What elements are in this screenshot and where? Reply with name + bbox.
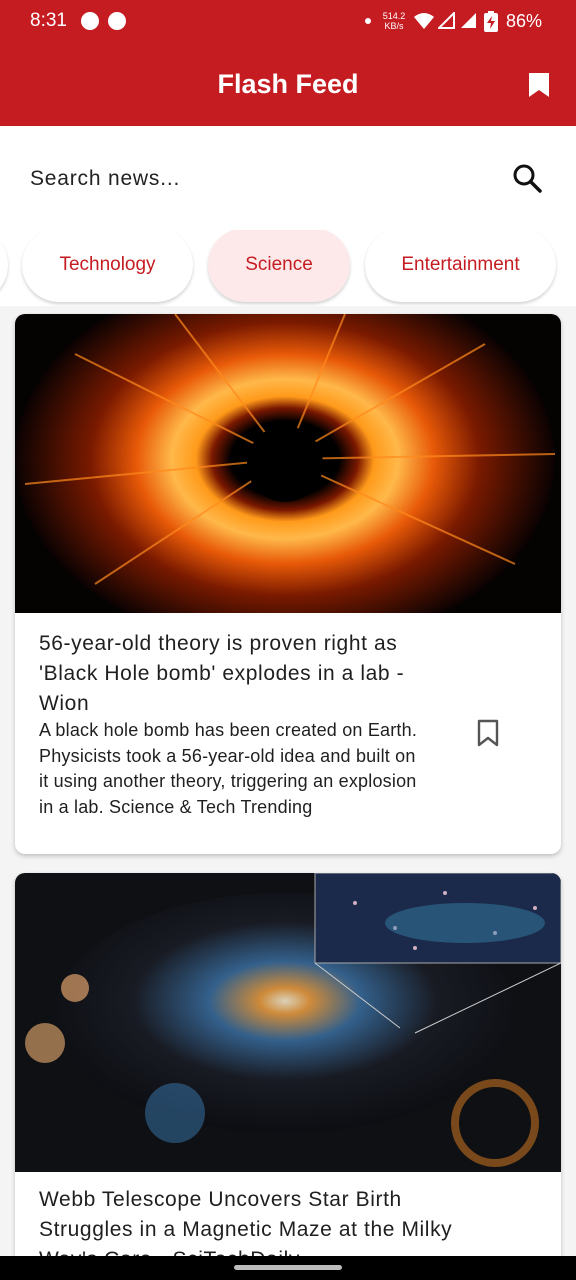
network-speed: 514.2 KB/s	[378, 11, 410, 31]
category-chip-entertainment[interactable]: Entertainment	[365, 230, 556, 302]
cell-signal-icon	[461, 13, 476, 28]
category-chips: Technology Science Entertainment	[0, 230, 576, 306]
bookmark-outline-icon[interactable]	[477, 719, 499, 747]
battery-charging-icon	[484, 11, 498, 32]
article-description: A black hole bomb has been created on Ea…	[39, 720, 418, 817]
notification-icon	[108, 12, 126, 30]
article-title[interactable]: 56-year-old theory is proven right as 'B…	[39, 629, 439, 719]
category-chip-science[interactable]: Science	[208, 230, 350, 302]
network-speed-unit: KB/s	[384, 21, 404, 31]
status-time: 8:31	[30, 10, 67, 31]
search-icon[interactable]	[512, 163, 542, 193]
article-card[interactable]: 56-year-old theory is proven right as 'B…	[15, 314, 561, 854]
home-gesture-handle[interactable]	[234, 1265, 342, 1270]
status-bar: 8:31 514.2 KB/s 86%	[0, 0, 576, 42]
category-chip-technology[interactable]: Technology	[22, 230, 193, 302]
article-image-black-hole[interactable]	[15, 314, 561, 613]
search-input[interactable]	[30, 162, 480, 196]
search-bar	[0, 126, 576, 230]
wifi-icon	[414, 13, 434, 29]
notification-icon	[81, 12, 99, 30]
cell-signal-icon	[438, 12, 455, 29]
network-speed-value: 514.2	[382, 11, 406, 21]
category-chip-partial[interactable]	[0, 230, 8, 302]
notification-dot-icon	[365, 18, 371, 24]
article-card[interactable]: Webb Telescope Uncovers Star Birth Strug…	[15, 873, 561, 1280]
article-image-galactic-center[interactable]	[15, 873, 561, 1172]
app-bar: Flash Feed	[0, 42, 576, 126]
navigation-bar	[0, 1256, 576, 1280]
battery-percent: 86%	[506, 11, 543, 31]
app-title: Flash Feed	[217, 69, 359, 99]
bookmark-icon[interactable]	[528, 72, 550, 98]
